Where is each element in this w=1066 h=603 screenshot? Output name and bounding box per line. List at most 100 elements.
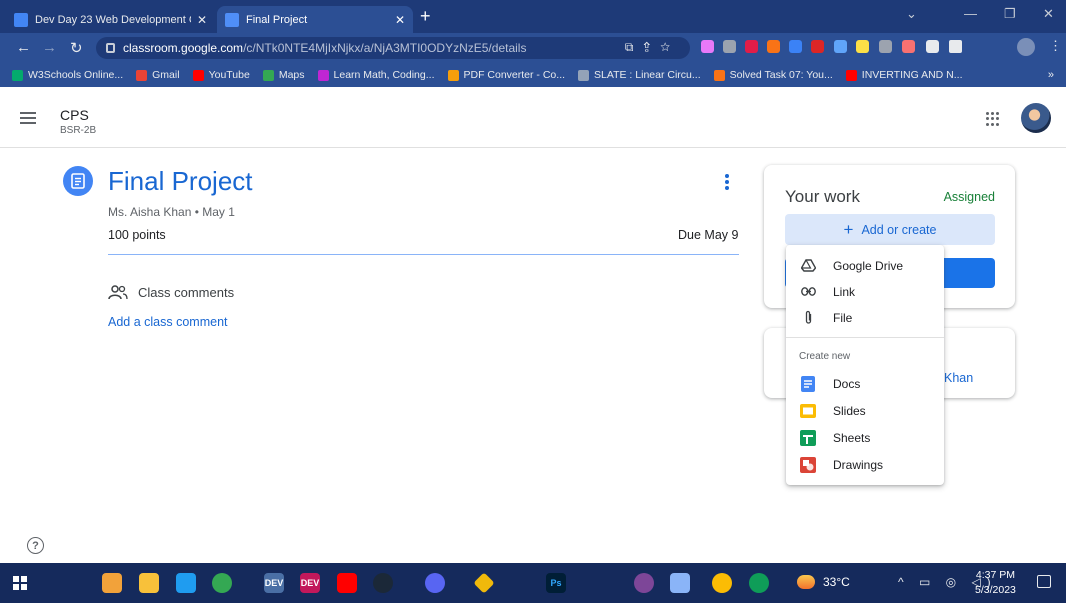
help-icon[interactable]: ? [27,537,44,554]
youtube-icon[interactable] [337,573,357,593]
devcpp-alt-icon[interactable]: DEV [300,573,320,593]
assignment-points: 100 points [108,228,166,242]
clock-date: 5/3/2023 [975,584,1016,596]
bookmark-gmail[interactable]: Gmail [136,69,180,81]
clock[interactable]: 4:37 PM 5/3/2023 [975,568,1016,598]
bookmark-w3schools[interactable]: W3Schools Online... [12,69,123,81]
app-icon[interactable] [670,573,690,593]
minimize-button[interactable]: — [964,6,977,21]
google-apps-icon[interactable] [986,112,1000,126]
steam-icon[interactable] [373,573,393,593]
extension-icon[interactable] [856,40,869,53]
add-class-comment-link[interactable]: Add a class comment [108,315,228,329]
close-icon[interactable]: ✕ [395,13,405,27]
back-arrow-icon[interactable]: ← [16,39,31,56]
devcpp-icon[interactable]: DEV [264,573,284,593]
profile-avatar[interactable] [1017,38,1035,56]
menu-item-link[interactable]: Link [786,278,944,305]
address-bar[interactable]: classroom.google.com/c/NTk0NTE4MjIxNjkx/… [96,37,690,59]
chrome-icon[interactable] [712,573,732,593]
class-section: BSR-2B [60,125,97,136]
extension-icon[interactable] [902,40,915,53]
weather-temperature: 33°C [823,575,850,589]
extension-icon[interactable] [701,40,714,53]
extension-icon[interactable] [745,40,758,53]
browser-tab-dev-day[interactable]: Dev Day 23 Web Development C ✕ [6,6,215,33]
bookmark-pdf-converter[interactable]: PDF Converter - Co... [447,69,565,81]
browser-tab-final-project[interactable]: Final Project ✕ [217,6,413,33]
avatar[interactable] [1021,103,1051,133]
puzzle-icon[interactable] [926,40,939,53]
bookmark-inverting[interactable]: INVERTING AND N... [845,69,963,81]
omnibox-actions[interactable]: ⧉⇪☆ [625,40,680,55]
slate-icon [578,69,590,81]
teacher-name-link[interactable]: Khan [944,371,973,385]
chevron-down-icon[interactable]: ⌄ [906,6,917,22]
chrome-icon[interactable] [212,573,232,593]
forward-arrow-icon[interactable]: → [42,39,57,56]
weather-widget[interactable]: 33°C [797,575,850,589]
assignment-divider [108,254,739,255]
tab-title: Final Project [246,13,308,26]
hamburger-menu-icon[interactable] [20,112,36,127]
side-panel-icon[interactable] [949,40,962,53]
bookmark-solved-task[interactable]: Solved Task 07: You... [713,69,833,81]
extension-icon[interactable] [811,40,824,53]
url-domain: classroom.google.com [123,41,244,55]
close-icon[interactable]: ✕ [197,13,207,27]
restore-button[interactable]: ❐ [1004,6,1016,22]
chrome-menu-icon[interactable]: ⋮ [1049,38,1062,53]
extension-icon[interactable] [789,40,802,53]
binance-icon[interactable] [473,572,495,594]
menu-item-label: Docs [833,376,861,391]
menu-item-sheets[interactable]: Sheets [786,424,944,451]
class-name[interactable]: CPS [60,107,89,123]
bookmark-maps[interactable]: Maps [262,69,305,81]
extension-icon[interactable] [879,40,892,53]
tor-icon[interactable] [634,573,654,593]
menu-item-label: File [833,310,853,325]
browser-tab-strip: Dev Day 23 Web Development C ✕ Final Pro… [0,0,1066,33]
menu-item-google-drive[interactable]: Google Drive [786,252,944,279]
assignment-meta: Ms. Aisha Khan • May 1 [108,205,235,219]
chegg-icon [713,69,725,81]
more-options-icon[interactable] [725,174,729,192]
add-or-create-menu: Google Drive Link File Create new Docs S… [786,245,944,485]
extension-icon[interactable] [834,40,847,53]
bookmark-slate[interactable]: SLATE : Linear Circu... [578,69,701,81]
close-window-button[interactable]: ✕ [1043,6,1054,22]
clock-time: 4:37 PM [975,569,1015,581]
youtube-icon [192,69,204,81]
menu-item-slides[interactable]: Slides [786,397,944,424]
bookmark-label: Gmail [152,69,180,81]
notification-icon[interactable] [1037,575,1051,588]
menu-item-label: Link [833,284,856,299]
your-work-title: Your work [785,187,860,206]
menu-item-file[interactable]: File [786,304,944,331]
assignment-due-date: Due May 9 [678,228,739,242]
extension-icon[interactable] [767,40,780,53]
photoshop-icon[interactable]: Ps [546,573,566,593]
maps-icon [262,69,274,81]
reload-icon[interactable]: ↻ [70,39,83,57]
app-icon[interactable] [102,573,122,593]
drive-icon [800,258,816,274]
discord-icon[interactable] [425,573,445,593]
new-tab-button[interactable]: + [420,6,431,27]
menu-divider [786,337,944,338]
windows-start-icon[interactable] [10,573,30,593]
extension-icon[interactable] [723,40,736,53]
bookmark-youtube[interactable]: YouTube [192,69,250,81]
bookmarks-overflow-button[interactable]: » [1048,69,1054,81]
brilliant-icon [317,69,329,81]
menu-item-docs[interactable]: Docs [786,370,944,397]
chrome-canary-icon[interactable] [749,573,769,593]
menu-item-drawings[interactable]: Drawings [786,451,944,478]
menu-item-label: Google Drive [833,258,904,273]
bookmark-label: SLATE : Linear Circu... [594,69,701,81]
file-explorer-icon[interactable] [139,573,159,593]
add-or-create-button[interactable]: + Add or create [785,214,995,245]
vscode-icon[interactable] [176,573,196,593]
bookmark-learn-math[interactable]: Learn Math, Coding... [317,69,435,81]
people-icon [108,285,128,300]
